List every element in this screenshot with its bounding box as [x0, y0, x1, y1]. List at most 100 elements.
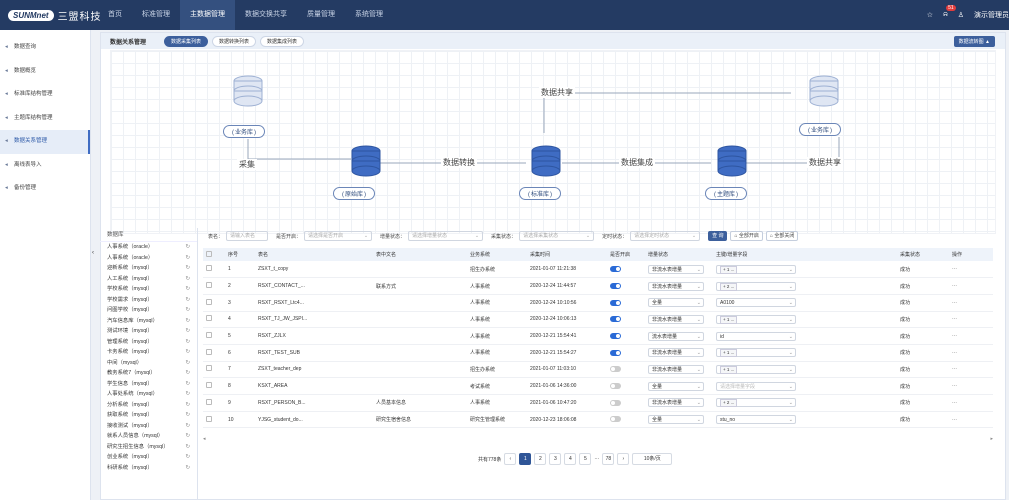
- sidebar-item-topic-struct[interactable]: ◂ 主题库结构管理: [0, 107, 90, 131]
- row-checkbox[interactable]: [206, 348, 212, 355]
- enable-toggle[interactable]: [610, 332, 621, 339]
- table-row[interactable]: 2 RSXT_CONTACT_... 联系方式 人事系统 2020-12-24 11:4…: [203, 277, 993, 295]
- row-menu-icon[interactable]: ⋯: [949, 344, 993, 362]
- sidebar-item-overview[interactable]: ◂ 数据概览: [0, 60, 90, 84]
- sync-state-select[interactable]: 非流水表增量 ⌄: [648, 264, 704, 274]
- refresh-icon[interactable]: ↻: [186, 284, 190, 295]
- database-list-item[interactable]: 人事系统（oracle） ↻: [100, 242, 197, 253]
- row-checkbox[interactable]: [206, 415, 212, 422]
- nav-exchange[interactable]: 数据交换共享: [235, 0, 297, 30]
- database-list-item[interactable]: 分析系统（mysql） ↻: [100, 400, 197, 411]
- sidebar-item-backup[interactable]: ◂ 备份管理: [0, 177, 90, 201]
- row-menu-icon[interactable]: ⋯: [949, 361, 993, 379]
- database-list-item[interactable]: 就系人员信息（mysql） ↻: [100, 431, 197, 442]
- flow-toggle-button[interactable]: 数据流转图 ▲: [953, 35, 995, 47]
- row-menu-icon[interactable]: ⋯: [949, 294, 993, 312]
- database-list-item[interactable]: 中间（mysql） ↻: [100, 358, 197, 369]
- database-list-item[interactable]: 汽车信息库（mysql） ↻: [100, 316, 197, 327]
- refresh-icon[interactable]: ↻: [186, 431, 190, 442]
- refresh-icon[interactable]: ↻: [186, 421, 190, 432]
- enable-toggle[interactable]: [610, 366, 621, 373]
- node-biz-right[interactable]: 业务库: [799, 123, 842, 136]
- row-checkbox[interactable]: [206, 265, 212, 272]
- open-select[interactable]: 请选择是否开启 ⌄: [304, 231, 373, 241]
- collect-select[interactable]: 请选择采集状态 ⌄: [519, 231, 595, 241]
- page-2[interactable]: 2: [534, 453, 547, 465]
- key-field-select[interactable]: stu_no ⌄: [716, 415, 796, 425]
- key-field-select[interactable]: + 1 ... ⌄: [716, 314, 796, 324]
- refresh-icon[interactable]: ↻: [186, 463, 190, 474]
- bell-icon[interactable]: ⍾ 51: [943, 5, 956, 19]
- select-all-checkbox[interactable]: [206, 250, 212, 257]
- row-checkbox[interactable]: [206, 332, 212, 339]
- database-list-item[interactable]: 研究生招生信息（mysql） ↻: [100, 442, 197, 453]
- database-list-item[interactable]: 卡务系统（mysql） ↻: [100, 347, 197, 358]
- row-menu-icon[interactable]: ⋯: [949, 327, 993, 345]
- sync-state-select[interactable]: 非流水表增量 ⌄: [648, 398, 704, 408]
- refresh-icon[interactable]: ↻: [186, 274, 190, 285]
- row-menu-icon[interactable]: ⋯: [949, 377, 993, 395]
- enable-toggle[interactable]: [610, 265, 621, 272]
- key-field-select[interactable]: + 1 ... ⌄: [716, 264, 796, 274]
- refresh-icon[interactable]: ↻: [186, 379, 190, 390]
- row-checkbox[interactable]: [206, 315, 212, 322]
- refresh-icon[interactable]: ↻: [186, 316, 190, 327]
- key-field-select[interactable]: + 1 ... ⌄: [716, 348, 796, 358]
- refresh-icon[interactable]: ↻: [186, 442, 190, 453]
- table-row[interactable]: 6 RSXT_TEST_SUB 人事系统 2020-12-21 15:54:27 非流水…: [203, 344, 993, 362]
- database-list-item[interactable]: 人工系统（mysql） ↻: [100, 274, 197, 285]
- tab-convert-list[interactable]: 数据转换列表: [212, 35, 257, 47]
- sync-state-select[interactable]: 非流水表增量 ⌄: [648, 348, 704, 358]
- sidebar-item-standard-struct[interactable]: ◂ 标准库结构管理: [0, 83, 90, 107]
- refresh-icon[interactable]: ↻: [186, 389, 190, 400]
- tab-integrate-list[interactable]: 数据集成列表: [260, 35, 305, 47]
- key-field-select[interactable]: + 2 ... ⌄: [716, 281, 796, 291]
- enable-toggle[interactable]: [610, 399, 621, 406]
- table-row[interactable]: 7 ZSXT_teacher_dep 招生办系统 2021-01-07 11:03:1…: [203, 361, 993, 379]
- refresh-icon[interactable]: ↻: [186, 253, 190, 264]
- page-1[interactable]: 1: [519, 453, 532, 465]
- refresh-icon[interactable]: ↻: [186, 452, 190, 463]
- refresh-icon[interactable]: ↻: [186, 242, 190, 253]
- node-biz-left[interactable]: 业务库: [223, 125, 266, 138]
- table-row[interactable]: 10 YJSG_student_do... 研究生宿舍信息 研究生管理系统 2020-1…: [203, 411, 993, 429]
- key-field-select[interactable]: A0100 ⌄: [716, 298, 796, 308]
- sidebar-item-data-query[interactable]: ◂ 数据查询: [0, 36, 90, 60]
- page-last[interactable]: 78: [602, 453, 615, 465]
- nav-standard[interactable]: 标准管理: [132, 0, 180, 30]
- refresh-icon[interactable]: ↻: [186, 295, 190, 306]
- sidebar-item-import[interactable]: ◂ 离线表导入: [0, 154, 90, 178]
- enable-toggle[interactable]: [610, 282, 621, 289]
- refresh-icon[interactable]: ↻: [186, 347, 190, 358]
- row-menu-icon[interactable]: ⋯: [949, 261, 993, 279]
- node-topic[interactable]: 主题库: [705, 187, 748, 200]
- key-field-select[interactable]: + 1 ... ⌄: [716, 364, 796, 374]
- enable-toggle[interactable]: [610, 349, 621, 356]
- search-button[interactable]: 查 询: [708, 231, 728, 241]
- next-page-button[interactable]: ›: [617, 453, 630, 465]
- database-list-item[interactable]: 创业系统（mysql） ↻: [100, 452, 197, 463]
- nav-quality[interactable]: 质量管理: [297, 0, 345, 30]
- key-field-select[interactable]: 请选择增量字段 ⌄: [716, 381, 796, 391]
- sync-state-select[interactable]: 非流水表增量 ⌄: [648, 364, 704, 374]
- row-checkbox[interactable]: [206, 398, 212, 405]
- database-list-item[interactable]: 人事处系统（mysql） ↻: [100, 389, 197, 400]
- user-name[interactable]: 演示管理员: [974, 10, 1009, 20]
- database-list-item[interactable]: 学校需求（mysql） ↻: [100, 295, 197, 306]
- table-row[interactable]: 4 RSXT_TJ_JW_JSPI... 人事系统 2020-12-24 10:06:…: [203, 311, 993, 329]
- database-list-item[interactable]: 人事系统（oracle） ↻: [100, 253, 197, 264]
- row-menu-icon[interactable]: ⋯: [949, 411, 993, 429]
- sync-state-select[interactable]: 全量 ⌄: [648, 298, 704, 308]
- key-field-select[interactable]: + 2 ... ⌄: [716, 398, 796, 408]
- nav-home[interactable]: 首页: [98, 0, 132, 30]
- user-icon[interactable]: ♙: [958, 11, 964, 19]
- row-menu-icon[interactable]: ⋯: [949, 394, 993, 412]
- table-row[interactable]: 8 KSXT_AREA 考试系统 2021-01-06 14:36:00 全量 ⌄ 请选择增…: [203, 377, 993, 395]
- sync-select[interactable]: 请选择增量状态 ⌄: [408, 231, 484, 241]
- col-table-name[interactable]: 表名: [255, 248, 373, 261]
- sync-state-select[interactable]: 流水表增量 ⌄: [648, 331, 704, 341]
- collapse-icon[interactable]: ‹: [92, 250, 94, 256]
- refresh-icon[interactable]: ↻: [186, 400, 190, 411]
- node-standard[interactable]: 标准库: [519, 187, 562, 200]
- enable-toggle[interactable]: [610, 316, 621, 323]
